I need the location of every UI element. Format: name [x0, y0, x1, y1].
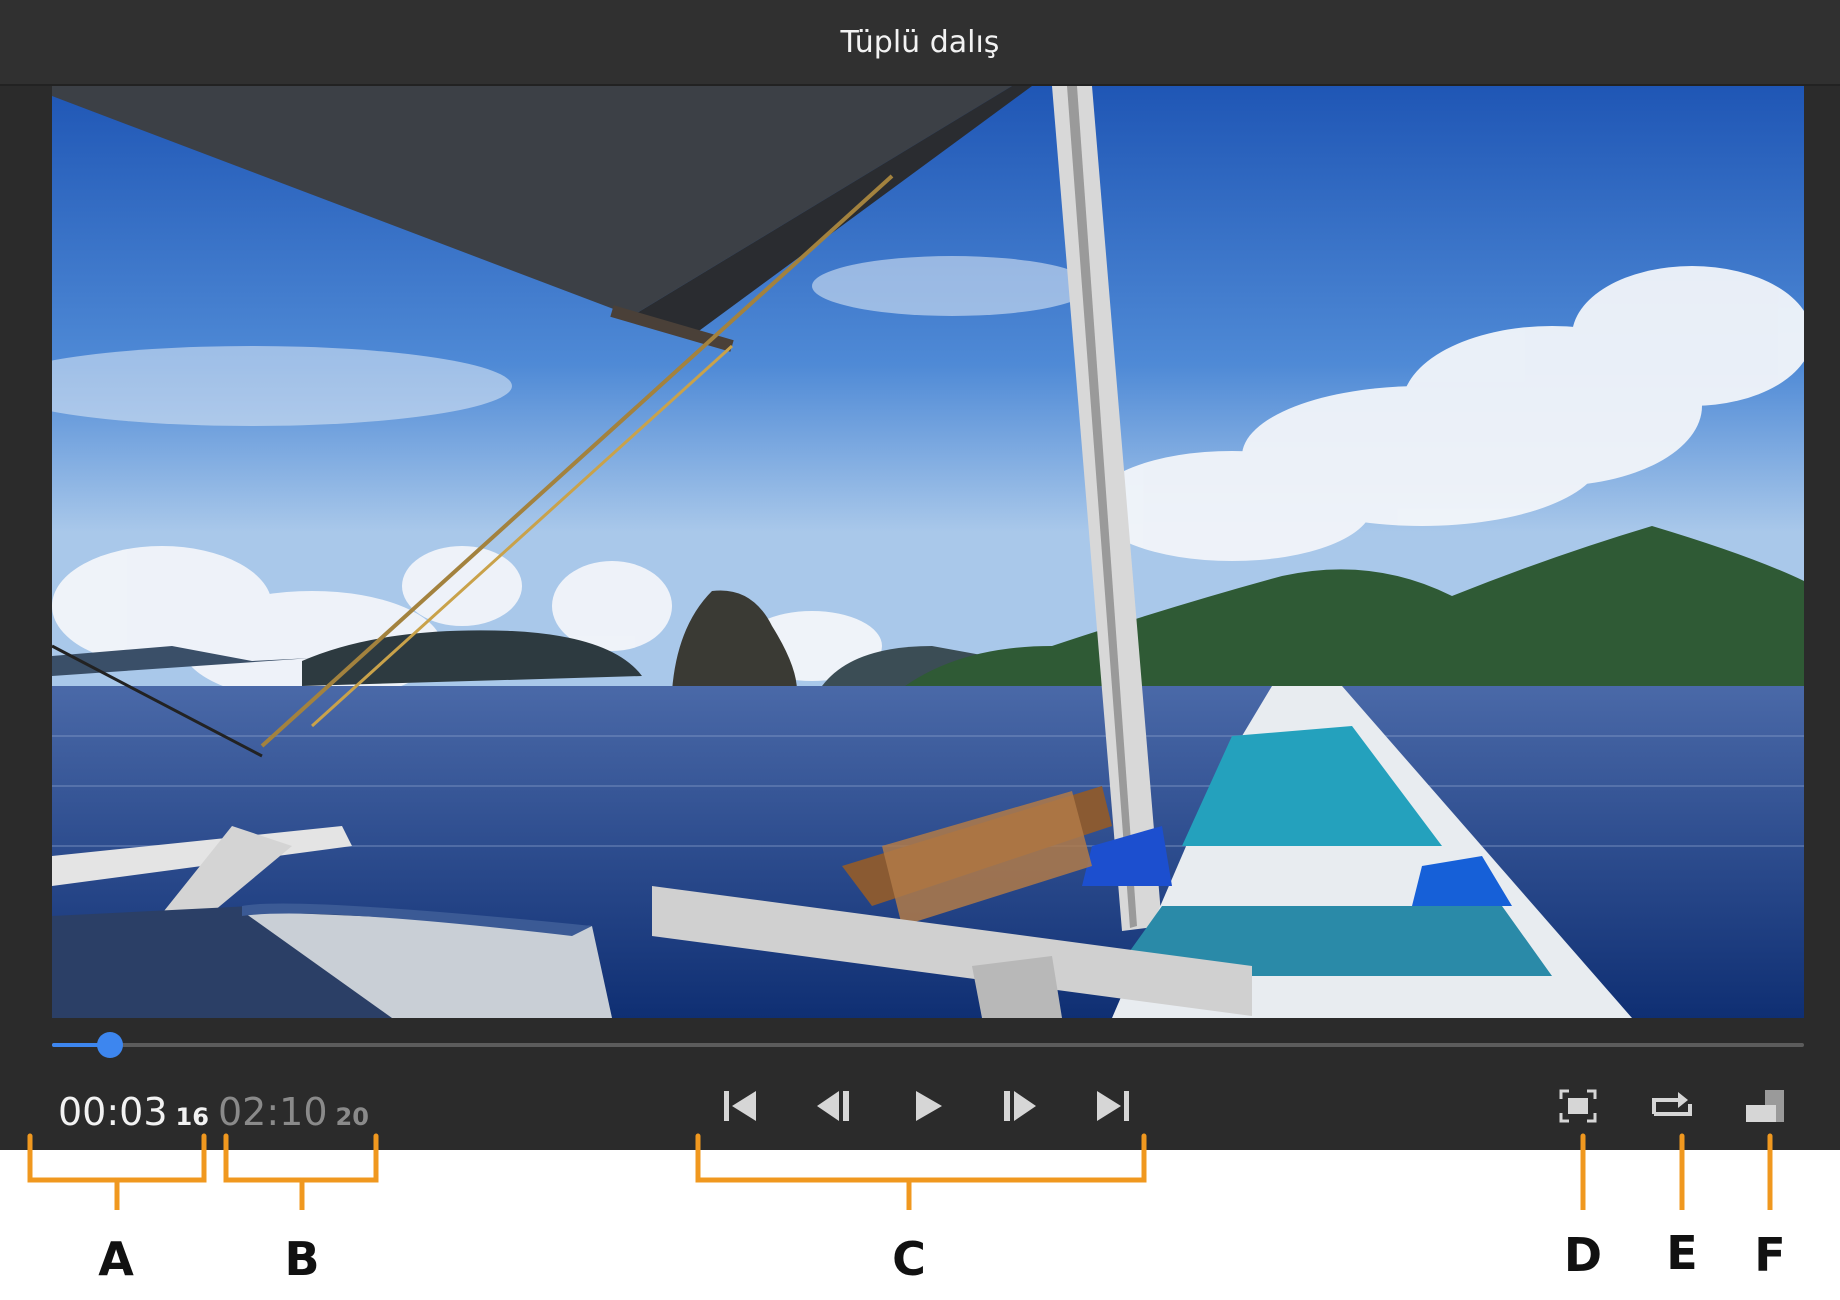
- bracket-c: [695, 1133, 1147, 1183]
- loop-button[interactable]: [1644, 1082, 1700, 1130]
- skip-to-end-icon: [1097, 1091, 1129, 1121]
- annotation-label-b: B: [284, 1232, 320, 1286]
- annotation-label-c: C: [892, 1232, 926, 1286]
- video-frame[interactable]: [52, 86, 1804, 1018]
- annotation-brackets: [27, 1133, 1773, 1210]
- play-button[interactable]: [900, 1082, 956, 1130]
- timeline-scrubber[interactable]: [52, 1032, 1804, 1058]
- window-title: Tüplü dalış: [840, 24, 1000, 60]
- step-forward-button[interactable]: [992, 1082, 1048, 1130]
- video-scene-image: [52, 86, 1804, 1018]
- window-mode-button[interactable]: [1737, 1082, 1793, 1130]
- loop-icon: [1652, 1092, 1692, 1116]
- fit-screen-button[interactable]: [1550, 1082, 1606, 1130]
- current-timecode: 00:03 16: [58, 1090, 209, 1134]
- current-time: 00:03: [58, 1090, 168, 1134]
- play-icon: [916, 1091, 942, 1121]
- total-time: 02:10: [218, 1090, 328, 1134]
- bracket-a: [27, 1133, 207, 1183]
- skip-to-start-icon: [724, 1091, 756, 1121]
- video-player: Tüplü dalış 00:03 16 02:10 20: [0, 0, 1840, 1150]
- annotation-label-e: E: [1666, 1226, 1698, 1280]
- step-forward-icon: [1004, 1091, 1036, 1121]
- total-timecode: 02:10 20: [218, 1090, 369, 1134]
- playhead-knob[interactable]: [97, 1032, 123, 1058]
- title-bar: Tüplü dalış: [0, 0, 1840, 86]
- fit-screen-icon: [1559, 1089, 1597, 1123]
- window-mode-icon: [1746, 1090, 1784, 1122]
- bracket-b: [223, 1133, 379, 1183]
- step-back-icon: [817, 1091, 849, 1121]
- timeline-track[interactable]: [52, 1043, 1804, 1047]
- total-frames: 20: [335, 1103, 369, 1131]
- annotation-label-f: F: [1754, 1228, 1786, 1282]
- annotation-label-a: A: [98, 1232, 134, 1286]
- current-frames: 16: [175, 1103, 209, 1131]
- step-back-button[interactable]: [805, 1082, 861, 1130]
- annotation-label-d: D: [1563, 1228, 1603, 1282]
- skip-to-start-button[interactable]: [712, 1082, 768, 1130]
- skip-to-end-button[interactable]: [1085, 1082, 1141, 1130]
